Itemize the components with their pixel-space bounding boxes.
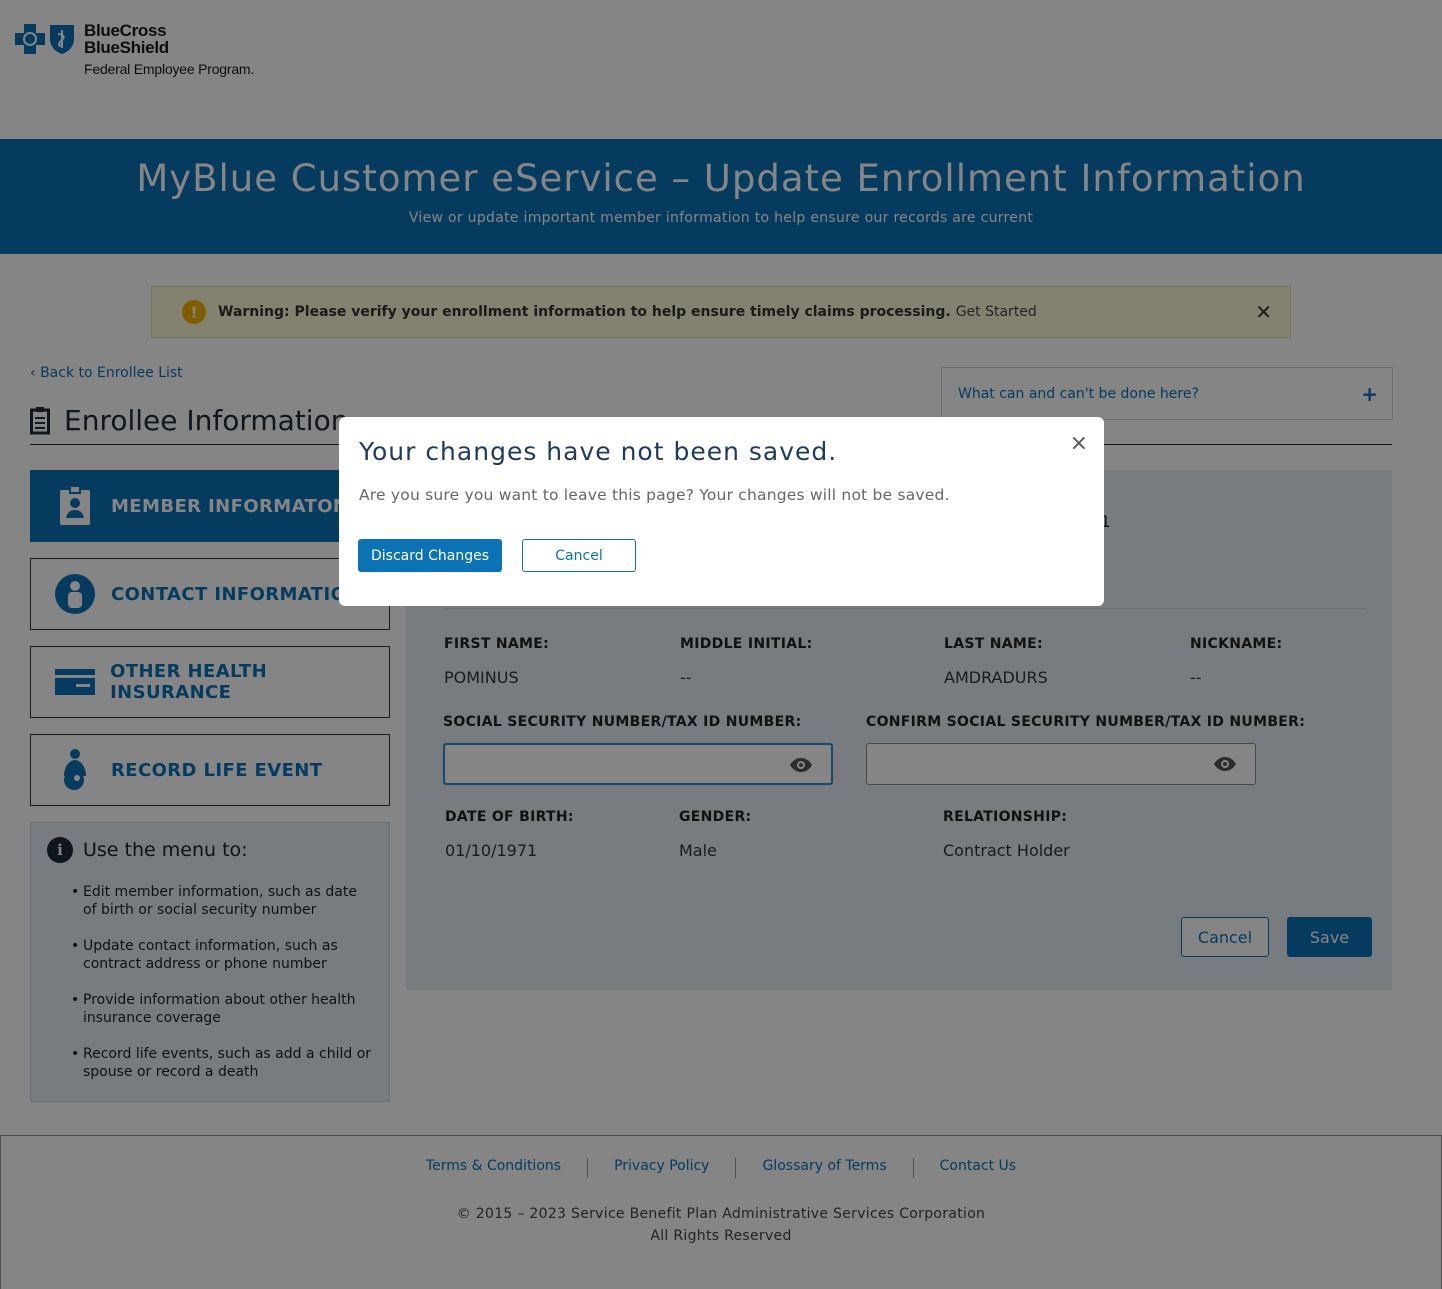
dialog-cancel-button[interactable]: Cancel: [522, 539, 636, 572]
modal-backdrop[interactable]: [0, 0, 1442, 1289]
dialog-title: Your changes have not been saved.: [359, 437, 838, 466]
discard-changes-button[interactable]: Discard Changes: [358, 539, 502, 572]
close-icon[interactable]: ×: [1070, 431, 1088, 456]
unsaved-changes-dialog: Your changes have not been saved. × Are …: [339, 417, 1104, 606]
dialog-message: Are you sure you want to leave this page…: [359, 486, 950, 504]
